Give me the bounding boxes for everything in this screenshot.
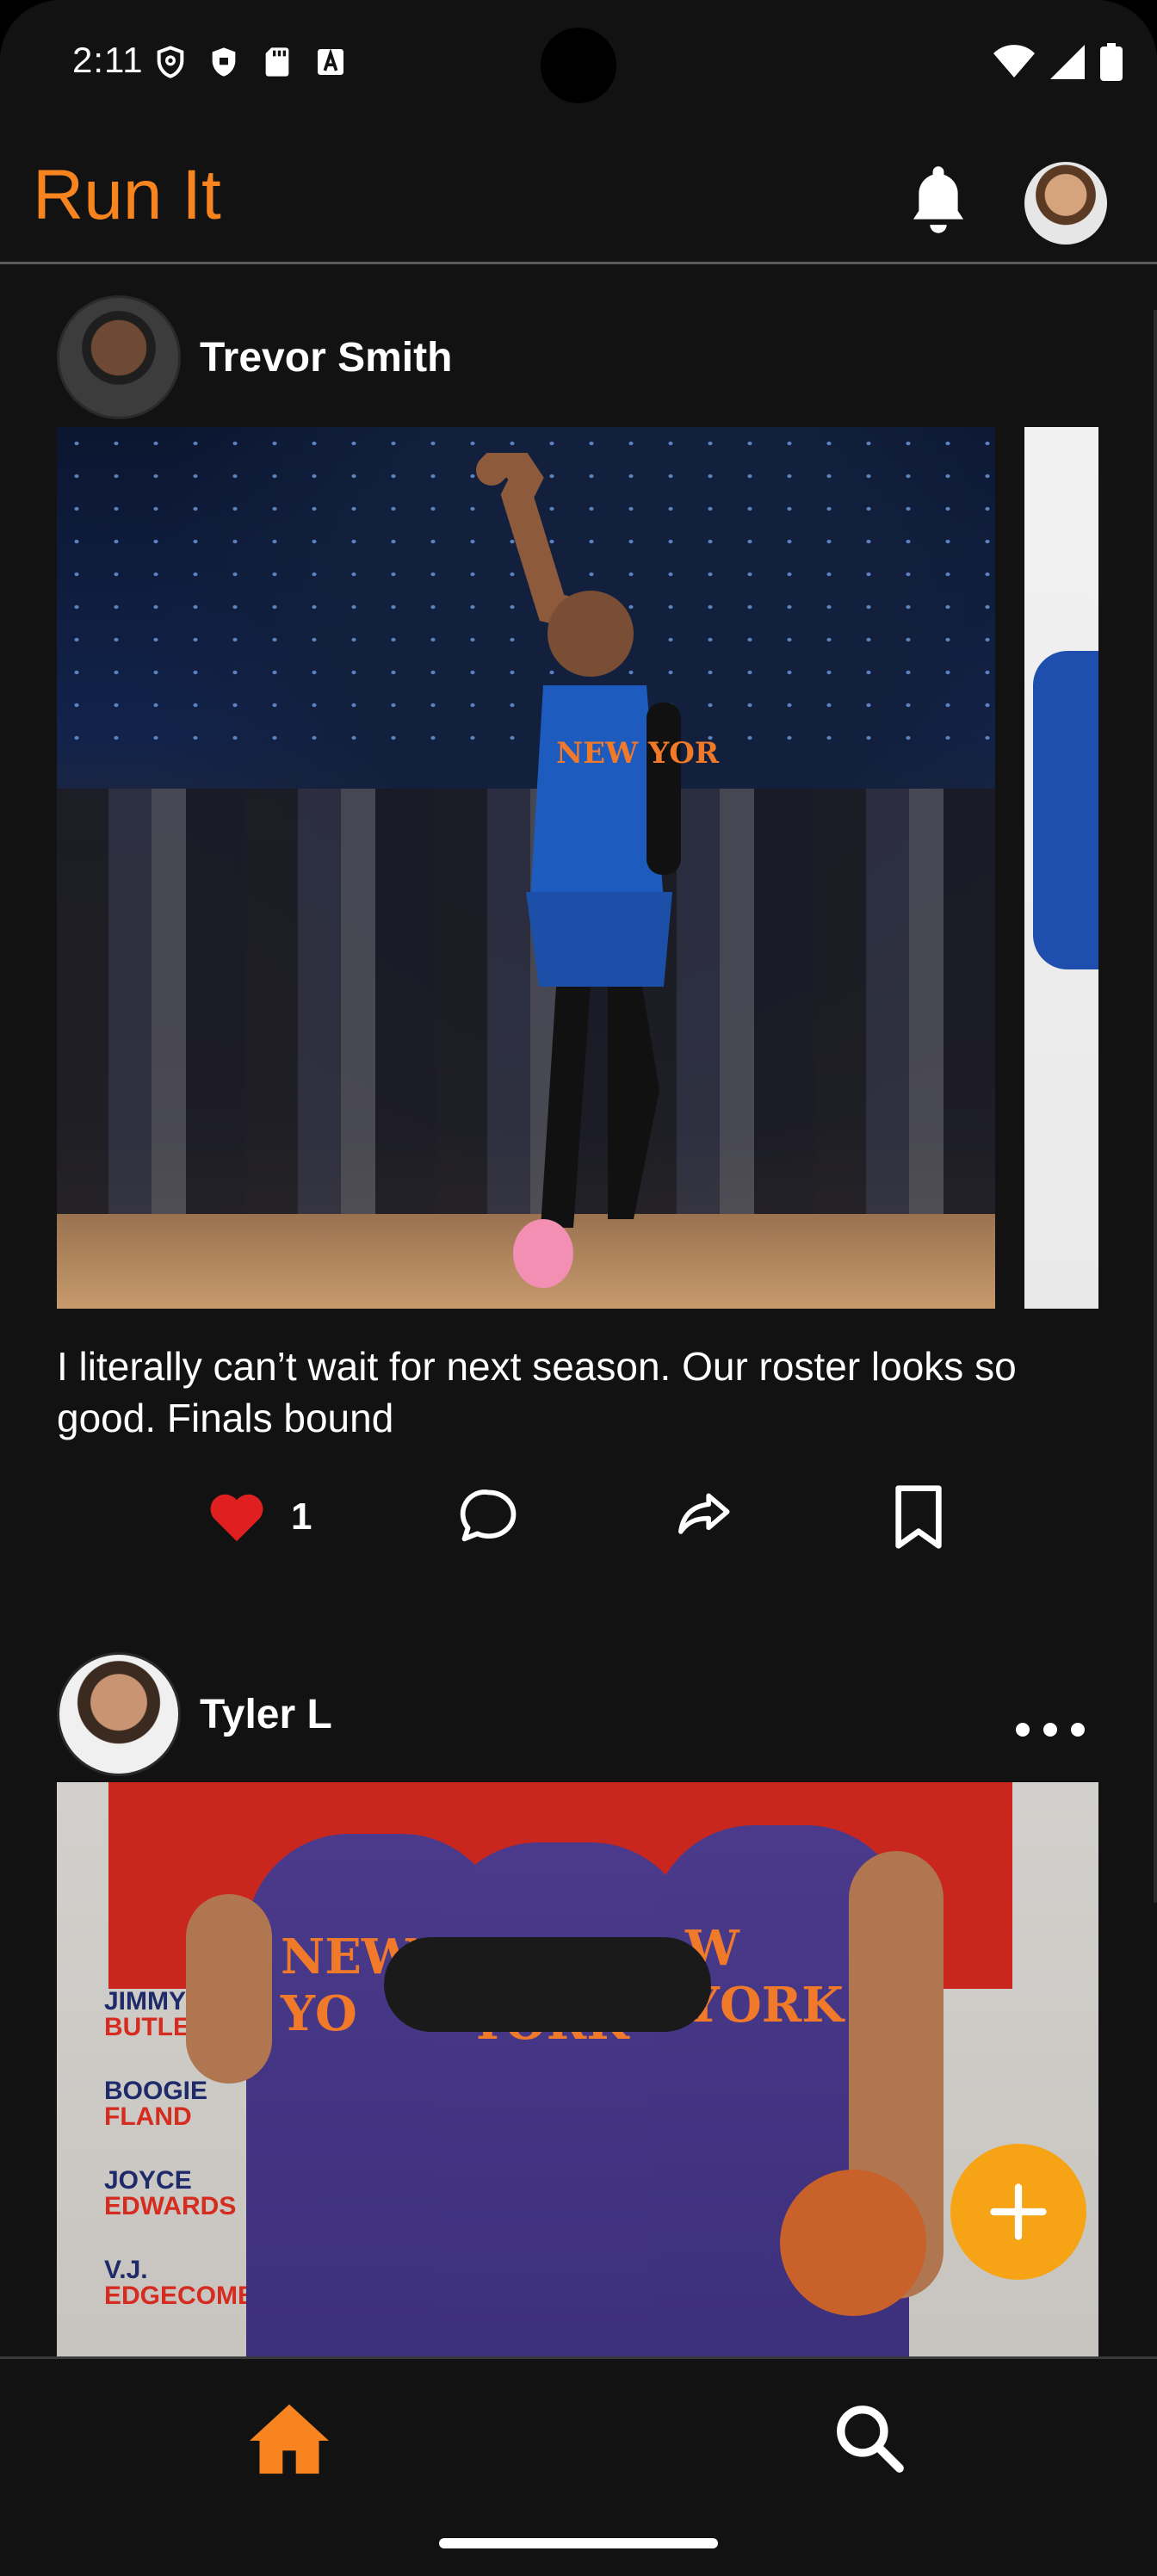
post-actions: 1 [0,1478,1157,1556]
next-image-graphic [1033,651,1098,969]
heart-icon[interactable] [207,1490,267,1544]
basketball [780,2170,926,2316]
feed[interactable]: Trevor Smith NEW YORK 11 I literally can… [0,264,1157,2356]
comment-button[interactable] [456,1478,522,1556]
post-image[interactable]: NEW YORK 11 [57,427,995,1309]
post-username[interactable]: Tyler L [200,1691,332,1738]
app-screen: 2:11 Run It Trevor Smith NEW YOR I liter… [0,0,1157,2576]
comment-icon[interactable] [456,1484,522,1550]
post-header[interactable]: Trevor Smith [57,295,452,419]
share-button[interactable] [671,1478,735,1556]
battery-icon [1100,43,1123,81]
status-right-icons [993,43,1123,81]
search-icon[interactable] [832,2400,906,2474]
avatar[interactable] [57,1652,181,1776]
shield-outline-icon [157,46,184,78]
cover-name-first: JIMMY [104,1987,187,2016]
cover-name-last: FLAND [104,2102,192,2131]
bookmark-button[interactable] [888,1478,949,1556]
jersey-text: NEW YORK 11 [556,736,720,771]
status-left-icons [153,45,348,79]
like-count: 1 [291,1495,312,1538]
avatar[interactable] [57,295,181,419]
player-figure: NEW YORK 11 [476,453,720,1288]
post-image[interactable]: JIMMY BUTLER BOOGIE FLAND JOYCE EDWARDS V.J… [57,1782,1098,2356]
player-arm [384,1937,711,2032]
create-post-button[interactable] [950,2144,1086,2280]
post-header[interactable]: Tyler L [57,1652,332,1776]
cover-name-last: EDWARDS [104,2192,237,2220]
cover-name-first: BOOGIE [104,2077,208,2105]
shield-filled-icon [212,47,236,77]
bottom-nav [0,2356,1157,2519]
post-image-next[interactable] [1024,427,1098,1309]
sd-card-icon [265,47,289,77]
status-bar: 2:11 [0,0,1157,129]
camera-cutout [541,28,616,103]
post-caption: I literally can’t wait for next season. … [57,1344,1017,1440]
bookmark-icon[interactable] [888,1483,949,1551]
player-arm [186,1894,272,2084]
bell-icon[interactable] [904,164,973,236]
font-a-icon [318,48,343,75]
gesture-handle[interactable] [439,2538,718,2548]
like-button[interactable]: 1 [207,1478,312,1556]
app-header: Run It [0,129,1157,264]
more-dot [1071,1723,1085,1737]
status-time: 2:11 [72,40,144,80]
post-username[interactable]: Trevor Smith [200,334,452,381]
app-title: Run It [33,156,221,234]
cover-name-first: JOYCE [104,2166,192,2195]
wifi-icon [993,45,1035,77]
share-icon[interactable] [671,1485,735,1549]
plus-icon[interactable] [986,2179,1051,2245]
more-dot [1043,1723,1057,1737]
signal-icon [1050,45,1085,79]
more-options-button[interactable] [1016,1712,1085,1747]
cover-name-first: V.J. [104,2256,148,2284]
profile-avatar[interactable] [1024,162,1107,245]
more-horizontal-icon[interactable] [1016,1723,1030,1737]
home-icon[interactable] [250,2400,329,2474]
